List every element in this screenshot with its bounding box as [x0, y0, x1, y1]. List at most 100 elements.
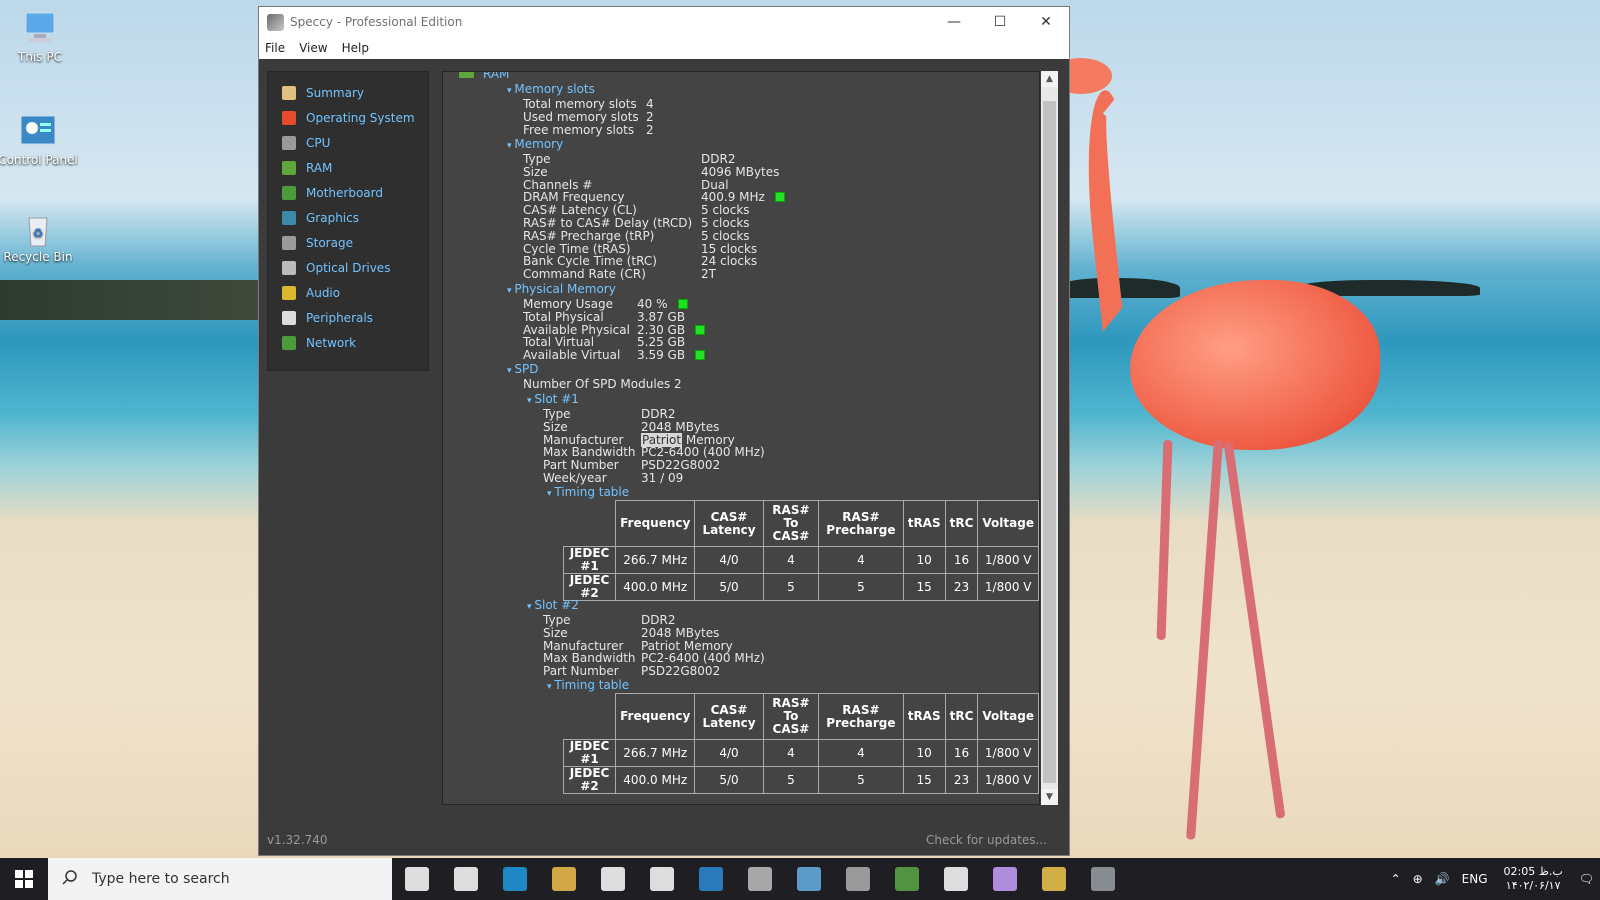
language-indicator[interactable]: ENG	[1462, 872, 1488, 886]
sidebar-item-graphics[interactable]: Graphics	[268, 205, 428, 230]
taskbar-task-view-button[interactable]	[441, 858, 490, 900]
timing-column-header: Frequency	[615, 500, 696, 547]
property-row: Number Of SPD Modules 2	[523, 378, 682, 391]
vertical-scrollbar[interactable]: ▲ ▼	[1041, 71, 1058, 805]
menu-file[interactable]: File	[265, 41, 285, 55]
sidebar-item-cpu[interactable]: CPU	[268, 130, 428, 155]
timing-table-corner	[564, 501, 616, 547]
sidebar-item-label: Motherboard	[306, 185, 383, 200]
property-name: Total Physical	[523, 309, 604, 324]
volume-icon[interactable]: 🔊	[1435, 872, 1450, 886]
taskbar-search[interactable]: Type here to search	[48, 858, 392, 900]
timing-cell: 400.0 MHz	[615, 573, 696, 601]
taskbar-paint-button[interactable]	[980, 858, 1029, 900]
timing-cell: 15	[902, 573, 946, 601]
check-updates-link[interactable]: Check for updates...	[926, 833, 1047, 847]
status-bar: v1.32.740 Check for updates...	[259, 825, 1069, 855]
close-button[interactable]: ✕	[1023, 7, 1069, 37]
notification-icon[interactable]: 🗨	[1579, 872, 1594, 886]
sidebar-item-label: Summary	[306, 85, 364, 100]
timing-cell: 266.7 MHz	[615, 739, 696, 767]
flamingo-body	[1130, 280, 1380, 450]
timing-cell: 4/0	[694, 546, 764, 574]
taskbar-speccy-button[interactable]	[931, 858, 980, 900]
sidebar-item-optical-drives[interactable]: Optical Drives	[268, 255, 428, 280]
sidebar-item-audio[interactable]: Audio	[268, 280, 428, 305]
timing-cell: 4	[818, 546, 904, 574]
scrollbar-thumb[interactable]	[1043, 101, 1056, 783]
timing-row: JEDEC #2 400.0 MHz 5/0 5 5 15 23 1/800 V	[562, 573, 1039, 601]
taskbar-store-button[interactable]	[588, 858, 637, 900]
timing-table: Frequency CAS# Latency RAS# To CAS# RAS# Pr…	[562, 500, 1039, 601]
taskbar-edge-button[interactable]	[490, 858, 539, 900]
property-value: 2T	[701, 267, 716, 282]
taskbar: Type here to search ⌃ ⊕ 🔊 ENG ب.ظ 02:05 …	[0, 858, 1600, 900]
property-name: Free memory slots	[523, 122, 635, 137]
flamingo-leg	[1186, 440, 1223, 840]
timing-cell: 266.7 MHz	[615, 546, 696, 574]
clock[interactable]: ب.ظ 02:05 ۱۴۰۲/۰۶/۱۷	[1504, 865, 1563, 893]
globe-icon[interactable]: ⊕	[1413, 872, 1423, 886]
menu-help[interactable]: Help	[342, 41, 369, 55]
taskbar-ccleaner-button[interactable]	[1078, 858, 1127, 900]
motherboard-icon	[282, 185, 296, 200]
sidebar-item-operating-system[interactable]: Operating System	[268, 105, 428, 130]
svg-text:♻: ♻	[33, 226, 44, 240]
taskbar-archive-button[interactable]	[833, 858, 882, 900]
sidebar: Summary Operating System CPU RAM Motherboard…	[267, 71, 429, 371]
desktop-icon-recycle-bin[interactable]: ♻ Recycle Bin	[0, 210, 78, 264]
mail-icon	[649, 867, 674, 891]
desktop-icon-this-pc[interactable]: This PC	[0, 10, 80, 64]
property-name: Command Rate (CR)	[523, 267, 646, 282]
section-memory[interactable]: Memory	[507, 138, 563, 153]
timing-cell: 4	[762, 546, 820, 574]
timing-table-corner	[564, 694, 616, 740]
taskbar-player-button[interactable]	[1029, 858, 1078, 900]
section-spd[interactable]: SPD	[507, 363, 538, 378]
property-name: Size	[543, 625, 568, 640]
taskbar-calculator-button[interactable]	[686, 858, 735, 900]
minimize-button[interactable]: —	[931, 7, 977, 37]
section-slot-2[interactable]: Slot #2	[527, 599, 579, 614]
start-button[interactable]	[0, 858, 48, 900]
timing-cell: 4	[762, 739, 820, 767]
sidebar-item-storage[interactable]: Storage	[268, 230, 428, 255]
sidebar-item-ram[interactable]: RAM	[268, 155, 428, 180]
taskbar-monitor-button[interactable]	[882, 858, 931, 900]
taskbar-file-explorer-button[interactable]	[539, 858, 588, 900]
sidebar-item-network[interactable]: Network	[268, 330, 428, 355]
taskbar-tool-button[interactable]	[784, 858, 833, 900]
sidebar-item-peripherals[interactable]: Peripherals	[268, 305, 428, 330]
desktop-icon-control-panel[interactable]: Control Panel	[0, 113, 78, 167]
section-timing-table-1[interactable]: Timing table	[547, 486, 629, 501]
edge-icon	[502, 867, 527, 891]
window-title: Speccy - Professional Edition	[290, 15, 463, 29]
property-name: Used memory slots	[523, 109, 639, 124]
section-timing-table-2[interactable]: Timing table	[547, 679, 629, 694]
scroll-down-arrow[interactable]: ▼	[1041, 789, 1058, 805]
scroll-up-arrow[interactable]: ▲	[1041, 71, 1058, 87]
property-value: 2	[646, 122, 654, 137]
archive-icon	[845, 867, 870, 891]
clock-time: ب.ظ 02:05	[1503, 865, 1563, 878]
timing-row-label: JEDEC #2	[562, 573, 617, 601]
taskbar-cortana-button[interactable]	[392, 858, 441, 900]
ram-icon	[282, 160, 296, 175]
section-memory-slots[interactable]: Memory slots	[507, 83, 595, 98]
sidebar-item-label: Network	[306, 335, 357, 350]
menu-view[interactable]: View	[299, 41, 327, 55]
storage-icon	[282, 235, 296, 250]
section-slot-1[interactable]: Slot #1	[527, 393, 579, 408]
timing-column-header: tRAS	[902, 500, 946, 547]
property-value: 31 / 09	[641, 471, 684, 485]
maximize-button[interactable]: ☐	[977, 7, 1023, 37]
timing-cell: 5	[818, 573, 904, 601]
sidebar-item-motherboard[interactable]: Motherboard	[268, 180, 428, 205]
taskbar-drive-button[interactable]	[735, 858, 784, 900]
taskbar-mail-button[interactable]	[637, 858, 686, 900]
chevron-up-icon[interactable]: ⌃	[1391, 872, 1401, 886]
speccy-window: Speccy - Professional Edition — ☐ ✕ File…	[258, 6, 1070, 856]
timing-column-header: CAS# Latency	[694, 500, 764, 547]
section-physical-memory[interactable]: Physical Memory	[507, 283, 615, 298]
sidebar-item-summary[interactable]: Summary	[268, 80, 428, 105]
